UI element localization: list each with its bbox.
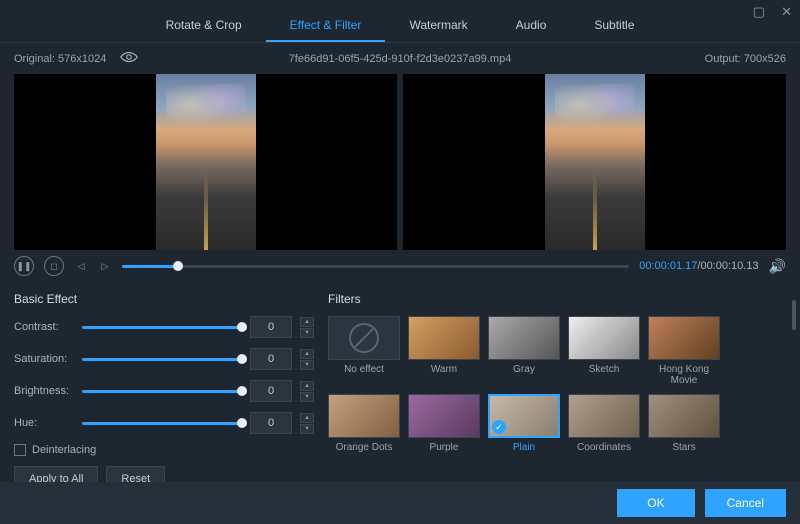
- contrast-up-icon[interactable]: ▲: [300, 317, 314, 327]
- filter-plain[interactable]: ✓ Plain: [488, 394, 560, 453]
- saturation-label: Saturation:: [14, 353, 74, 365]
- check-icon: ✓: [492, 420, 506, 434]
- filter-sketch[interactable]: Sketch: [568, 316, 640, 386]
- brightness-up-icon[interactable]: ▲: [300, 381, 314, 391]
- time-total: /00:00:10.13: [697, 260, 758, 272]
- volume-icon[interactable]: 🔊: [769, 258, 786, 275]
- ok-button[interactable]: OK: [617, 489, 694, 517]
- prev-button[interactable]: ◁: [74, 256, 88, 276]
- filter-label: Plain: [513, 442, 535, 453]
- output-dimensions: Output: 700x526: [705, 53, 786, 65]
- original-preview: [14, 74, 397, 250]
- next-button[interactable]: ▷: [98, 256, 112, 276]
- filter-label: Purple: [430, 442, 459, 453]
- filter-stars[interactable]: Stars: [648, 394, 720, 453]
- stop-button[interactable]: ◻: [44, 256, 64, 276]
- hue-value[interactable]: 0: [250, 412, 292, 434]
- filter-label: Stars: [672, 442, 695, 453]
- filter-label: Warm: [431, 364, 457, 375]
- filter-coordinates[interactable]: Coordinates: [568, 394, 640, 453]
- tab-watermark[interactable]: Watermark: [385, 10, 491, 42]
- filter-label: Coordinates: [577, 442, 631, 453]
- filter-warm[interactable]: Warm: [408, 316, 480, 386]
- pause-button[interactable]: ❚❚: [14, 256, 34, 276]
- tab-audio[interactable]: Audio: [492, 10, 571, 42]
- saturation-slider[interactable]: [82, 358, 242, 361]
- hue-label: Hue:: [14, 417, 74, 429]
- tab-rotate-crop[interactable]: Rotate & Crop: [142, 10, 266, 42]
- output-preview: [403, 74, 786, 250]
- brightness-slider[interactable]: [82, 390, 242, 393]
- contrast-slider[interactable]: [82, 326, 242, 329]
- close-icon[interactable]: ✕: [781, 4, 792, 20]
- saturation-value[interactable]: 0: [250, 348, 292, 370]
- filter-hong-kong[interactable]: Hong Kong Movie: [648, 316, 720, 386]
- tab-bar: Rotate & Crop Effect & Filter Watermark …: [0, 0, 800, 43]
- hue-down-icon[interactable]: ▼: [300, 424, 314, 434]
- no-effect-icon: [349, 323, 379, 353]
- tab-subtitle[interactable]: Subtitle: [570, 10, 658, 42]
- filter-no-effect[interactable]: No effect: [328, 316, 400, 386]
- hue-slider[interactable]: [82, 422, 242, 425]
- filter-label: Sketch: [589, 364, 620, 375]
- deinterlacing-label: Deinterlacing: [32, 444, 96, 456]
- filter-label: Gray: [513, 364, 535, 375]
- eye-icon[interactable]: [120, 51, 138, 66]
- filters-title: Filters: [328, 292, 786, 306]
- filter-label: Orange Dots: [336, 442, 393, 453]
- filter-gray[interactable]: Gray: [488, 316, 560, 386]
- brightness-down-icon[interactable]: ▼: [300, 392, 314, 402]
- filter-label: No effect: [344, 364, 384, 375]
- minimize-icon[interactable]: ▢: [753, 4, 765, 20]
- contrast-label: Contrast:: [14, 321, 74, 333]
- tab-effect-filter[interactable]: Effect & Filter: [266, 10, 386, 42]
- timeline-slider[interactable]: [122, 265, 629, 268]
- deinterlacing-checkbox[interactable]: [14, 444, 26, 456]
- saturation-up-icon[interactable]: ▲: [300, 349, 314, 359]
- basic-effect-title: Basic Effect: [14, 292, 314, 306]
- filename-label: 7fe66d91-06f5-425d-910f-f2d3e0237a99.mp4: [289, 53, 512, 65]
- filter-purple[interactable]: Purple: [408, 394, 480, 453]
- filter-label: Hong Kong Movie: [648, 364, 720, 386]
- original-dimensions: Original: 576x1024: [14, 53, 106, 65]
- cancel-button[interactable]: Cancel: [705, 489, 786, 517]
- filters-scrollbar[interactable]: [792, 300, 796, 330]
- time-current: 00:00:01.17: [639, 260, 697, 272]
- hue-up-icon[interactable]: ▲: [300, 413, 314, 423]
- brightness-value[interactable]: 0: [250, 380, 292, 402]
- brightness-label: Brightness:: [14, 385, 74, 397]
- contrast-value[interactable]: 0: [250, 316, 292, 338]
- filter-orange-dots[interactable]: Orange Dots: [328, 394, 400, 453]
- contrast-down-icon[interactable]: ▼: [300, 328, 314, 338]
- saturation-down-icon[interactable]: ▼: [300, 360, 314, 370]
- time-display: 00:00:01.17/00:00:10.13: [639, 260, 758, 272]
